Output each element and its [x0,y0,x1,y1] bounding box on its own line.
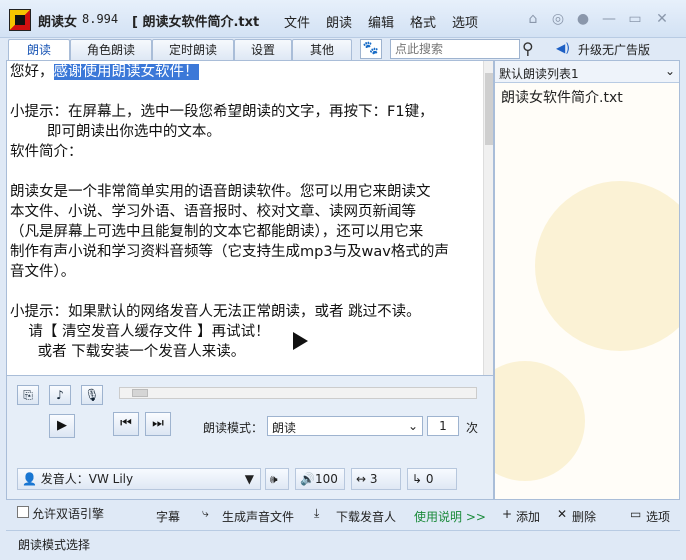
scroll-thumb[interactable] [485,73,493,145]
search-icon[interactable]: ⚲ [522,39,534,58]
bilingual-checkbox[interactable] [17,506,29,518]
chevron-down-icon: ⌄ [664,64,675,78]
next-button[interactable]: ⏭ [145,412,171,436]
menu-edit[interactable]: 编辑 [368,12,394,31]
progress-scrollbar[interactable] [119,387,477,399]
app-version: 8.994 [82,12,119,26]
vertical-scrollbar[interactable] [483,61,493,375]
close-icon[interactable]: ✕ [654,11,670,27]
text-line: 本文件、小说、学习外语、语音报时、校对文章、读网页新闻等 [10,204,416,220]
volume-control[interactable]: 🔊100 [295,468,345,490]
text-line: 朗读女是一个非常简单实用的语音朗读软件。您可以用它来朗读文 [10,184,431,200]
mode-label: 朗读模式： [203,421,264,435]
minimize-icon[interactable]: — [601,11,617,27]
text-editor[interactable]: 您好，感谢使用朗读女软件！ 小提示：在屏幕上，选中一段您希望朗读的文字，再按下：… [6,60,494,376]
bilingual-label: 允许双语引擎 [32,507,105,521]
chevron-down-icon: ⌄ [407,419,418,433]
list-selector[interactable]: 默认朗读列表1 ⌄ [495,61,679,83]
selected-text: 感谢使用朗读女软件！ [53,64,199,80]
voice-info-icon[interactable]: 🕪 [265,468,289,490]
subtitles-button[interactable]: 字幕 [156,508,180,525]
text-content[interactable]: 您好，感谢使用朗读女软件！ 小提示：在屏幕上，选中一段您希望朗读的文字，再按下：… [10,62,478,362]
speed-icon: ↔ [356,472,370,486]
text-line: 软件简介： [10,144,83,160]
speaker-icon: ◀) [556,41,570,55]
progress-thumb[interactable] [132,389,148,397]
background-decoration [495,361,585,481]
menu-format[interactable]: 格式 [410,12,436,31]
volume-icon: 🔊 [300,472,315,486]
text-line: 小提示：如果默认的网络发音人无法正常朗读，或者 跳过不读。 [10,304,421,320]
play-overlay-icon[interactable] [282,324,316,358]
tab-other[interactable]: 其他 [292,39,352,61]
tab-timed-read[interactable]: 定时朗读 [152,39,234,61]
text-line: 小提示：在屏幕上，选中一段您希望朗读的文字，再按下：F1键， [10,104,434,120]
text-line [10,162,478,182]
generate-audio-icon: ⤷ [202,506,209,520]
text-line [10,282,478,302]
download-voice-button[interactable]: 下载发音人 [336,508,396,525]
repeat-count-input[interactable]: 1 [427,416,459,436]
app-logo-icon [9,9,31,31]
menu-file[interactable]: 文件 [284,12,310,31]
text-line: 或者 下载安装一个发音人来读。 [10,344,246,360]
text-line: 请【 清空发音人缓存文件 】再试试！ [10,324,270,340]
help-link[interactable]: 使用说明 >> [414,508,486,525]
menu-dot-icon[interactable]: ● [575,11,591,27]
pitch-control[interactable]: ↳ 0 [407,468,457,490]
reading-list-panel: 默认朗读列表1 ⌄ 朗读女软件简介.txt [494,60,680,500]
playback-controls: ⎘ ♪ 🎙 ▶ ⏮ ⏭ 朗读模式： 朗读 ⌄ 1 次 👤 发音人：VW Lily ▼… [6,376,494,500]
tab-settings[interactable]: 设置 [234,39,292,61]
microphone-icon[interactable]: 🎙 [81,385,103,405]
delete-button[interactable]: 删除 [572,508,596,525]
maximize-icon[interactable]: ▭ [627,11,643,27]
music-icon[interactable]: ♪ [49,385,71,405]
caret-down-icon: ▼ [244,472,254,486]
text-line: 您好，感谢使用朗读女软件！ [10,64,199,80]
add-button[interactable]: 添加 [516,508,540,525]
options-icon: ▭ [630,507,642,521]
text-line: 即可朗读出你选中的文本。 [10,124,221,140]
text-line: （凡是屏幕上可选中且能复制的文本它都能朗读），还可以用它来 [10,224,424,240]
status-bar: 朗读模式选择 [6,530,680,552]
app-name: 朗读女 [38,15,78,30]
pitch-icon: ↳ [412,472,426,486]
play-button[interactable]: ▶ [49,414,75,438]
text-line: 音文件）。 [10,264,76,280]
menu-options[interactable]: 选项 [452,12,478,31]
tab-read[interactable]: 朗读 [8,39,70,62]
tab-role-read[interactable]: 角色朗读 [70,39,152,61]
voice-select[interactable]: 👤 发音人：VW Lily ▼ [17,468,261,490]
search-input[interactable] [390,39,520,59]
options-button[interactable]: 选项 [646,508,670,525]
menu-read[interactable]: 朗读 [326,12,352,31]
document-icon[interactable]: ⎘ [17,385,39,405]
paw-icon[interactable]: 🐾 [360,39,382,59]
home-icon[interactable]: ⌂ [525,11,541,27]
mode-select[interactable]: 朗读 ⌄ [267,416,423,436]
generate-audio-button[interactable]: 生成声音文件 [222,508,294,525]
document-title: [ 朗读女软件简介.txt [132,15,260,30]
delete-icon: ✕ [557,507,568,521]
upgrade-link[interactable]: 升级无广告版 [578,41,650,58]
speed-control[interactable]: ↔ 3 [351,468,401,490]
previous-button[interactable]: ⏮ [113,412,139,436]
text-line [10,82,478,102]
repeat-unit: 次 [466,421,479,435]
download-icon: ⤓ [314,506,320,520]
person-icon: 👤 [22,472,41,486]
list-item[interactable]: 朗读女软件简介.txt [501,87,623,107]
text-line: 制作有声小说和学习资料音频等（它支持生成mp3与及wav格式的声 [10,244,449,260]
settings-icon[interactable]: ◎ [550,11,566,27]
add-icon: + [502,507,513,521]
background-decoration [535,181,679,351]
